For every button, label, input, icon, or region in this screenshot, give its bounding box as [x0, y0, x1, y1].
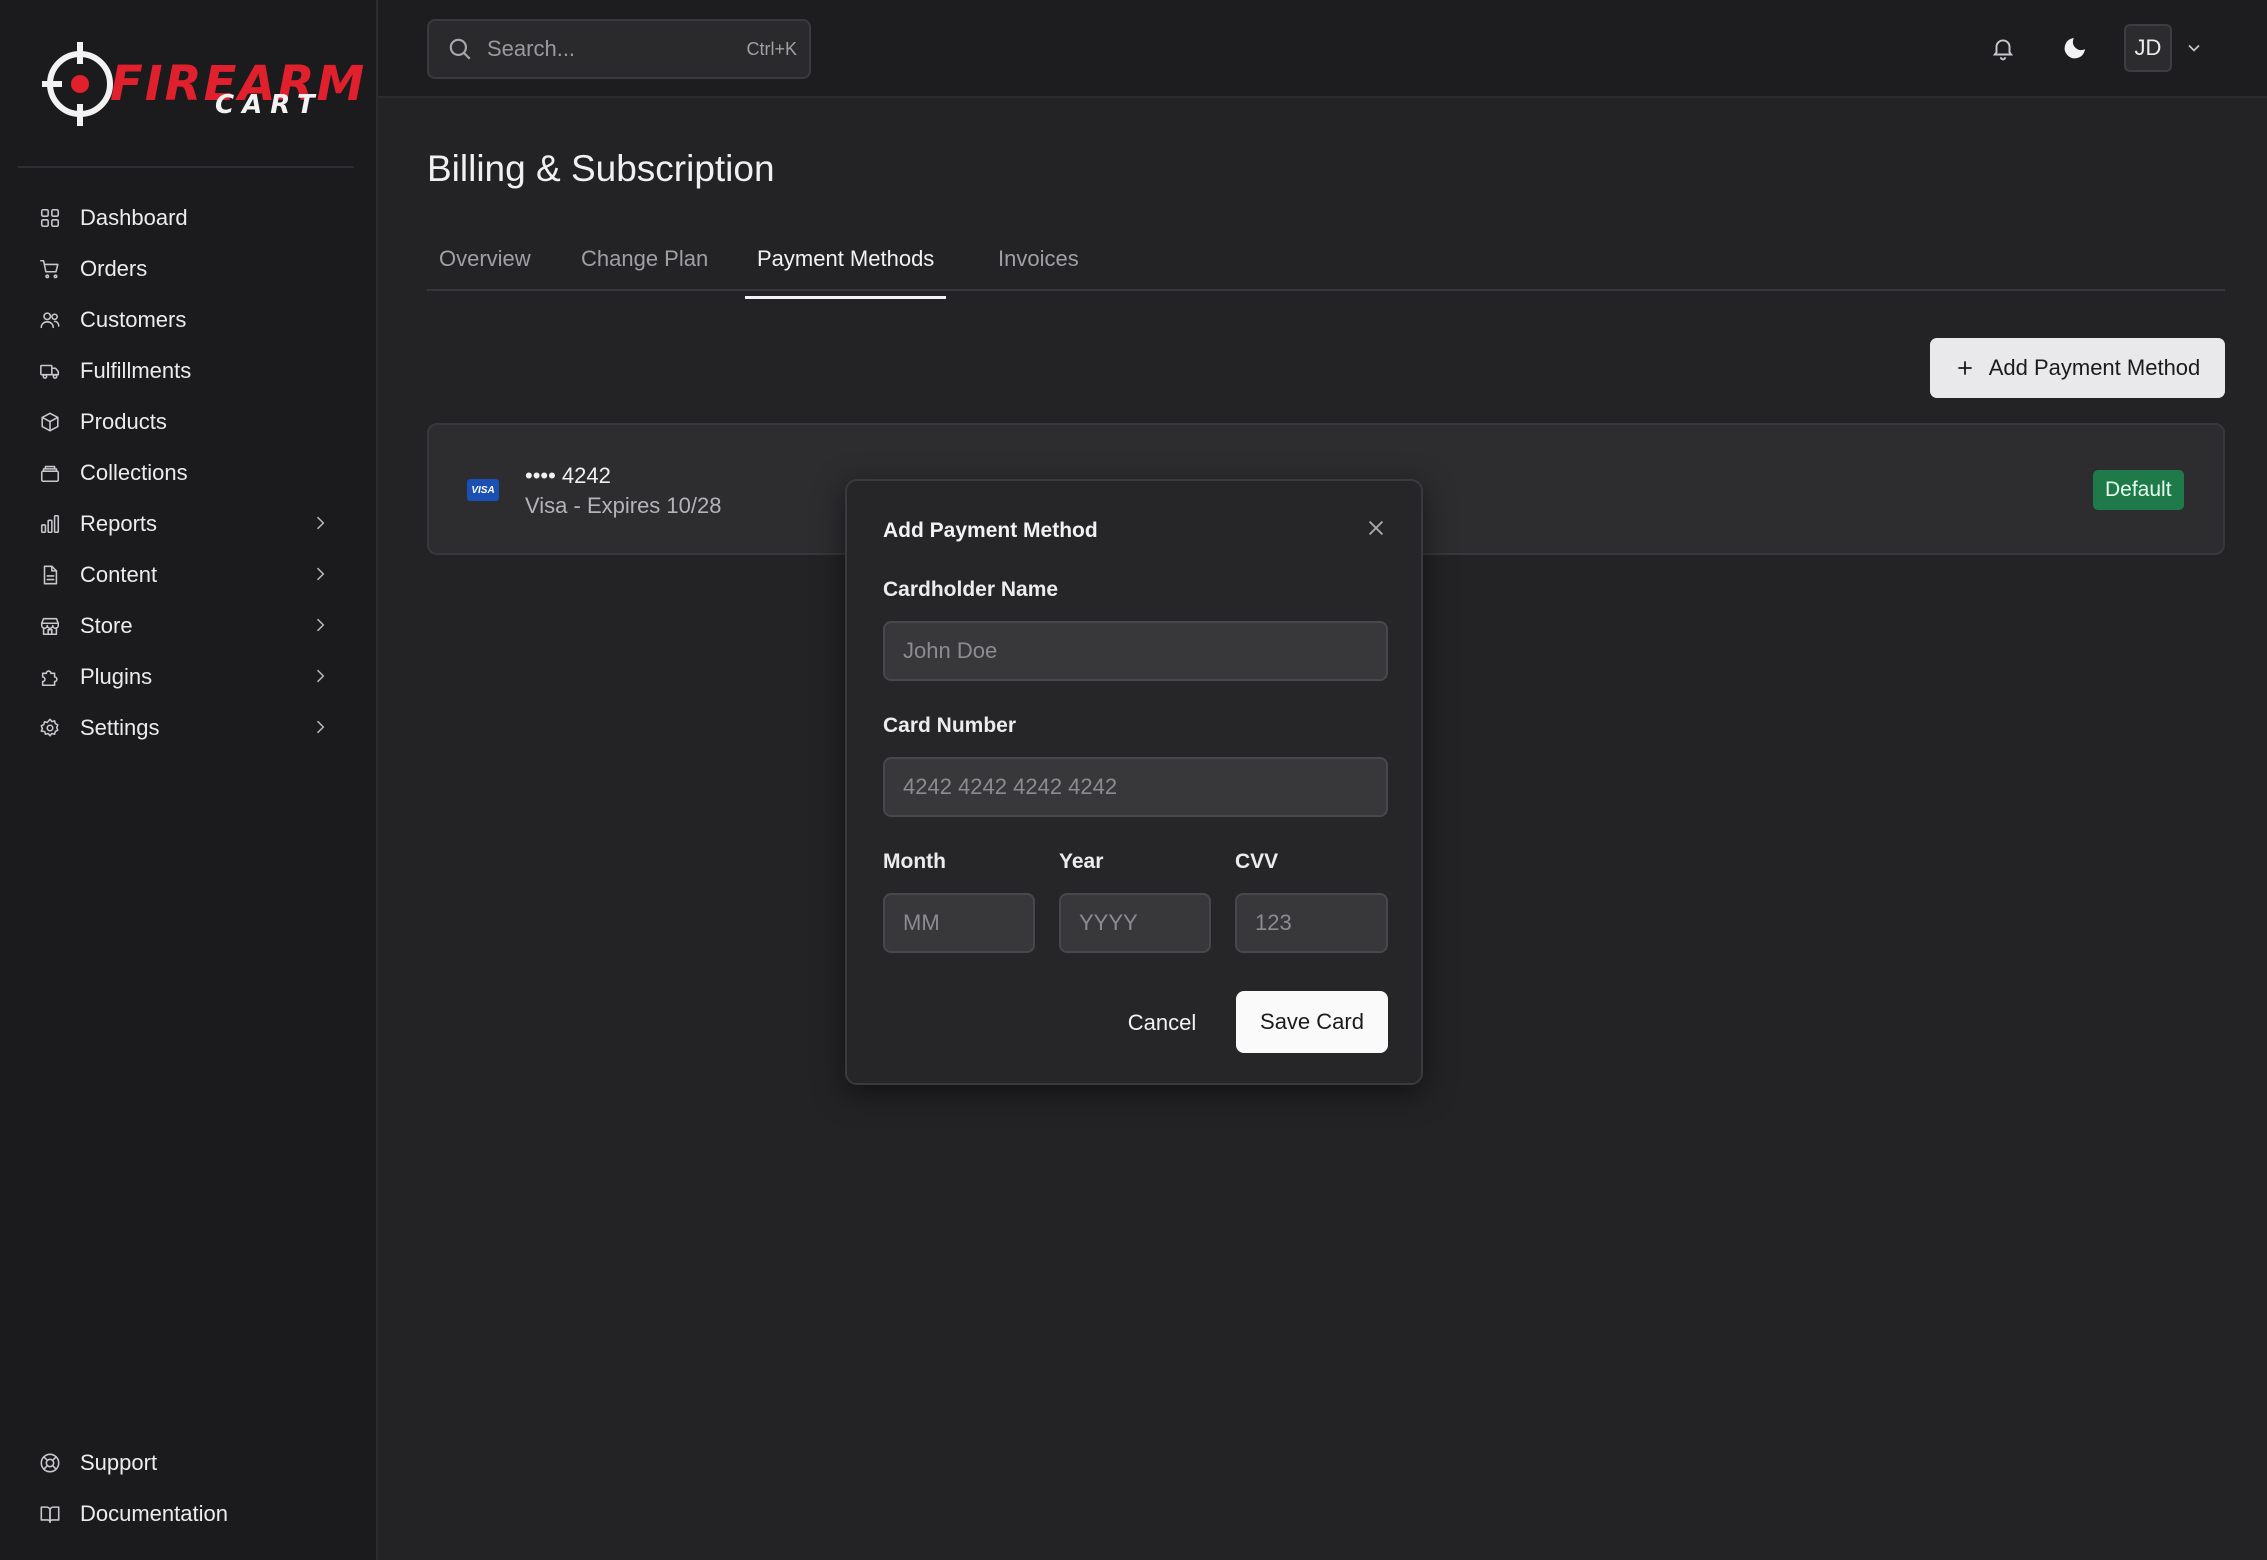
sidebar-item-reports[interactable]: Reports [0, 498, 376, 549]
chevron-down-icon[interactable] [2184, 38, 2204, 58]
sidebar-item-label: Reports [80, 510, 158, 536]
cardholder-name-field[interactable] [883, 621, 1388, 681]
box-icon [38, 410, 62, 434]
add-payment-method-dialog: Add Payment Method Cardholder Name Card … [845, 479, 1423, 1085]
stack-icon [38, 461, 62, 485]
sidebar-item-label: Content [80, 561, 158, 587]
sidebar-item-label: Orders [80, 255, 148, 281]
store-icon [38, 614, 62, 638]
search-input[interactable]: Search... [487, 36, 746, 62]
lifebuoy-icon [38, 1451, 62, 1475]
sidebar-item-label: Dashboard [80, 204, 188, 230]
sidebar-item-label: Collections [80, 459, 188, 485]
chevron-right-icon [310, 513, 330, 533]
sidebar-item-label: Plugins [80, 663, 153, 689]
truck-icon [38, 359, 62, 383]
book-icon [38, 1502, 62, 1526]
sidebar-item-dashboard[interactable]: Dashboard [0, 192, 376, 243]
visa-icon: VISA [467, 479, 499, 501]
save-card-button[interactable]: Save Card [1236, 991, 1388, 1053]
card-number-label: Card Number [883, 714, 1017, 737]
plus-icon [1958, 361, 1972, 375]
cardholder-name-label: Cardholder Name [883, 578, 1059, 601]
sidebar-footer: Support Documentation [0, 1437, 376, 1539]
dashboard-icon [38, 206, 62, 230]
tab-payment-methods[interactable]: Payment Methods [745, 246, 947, 299]
chevron-right-icon [310, 564, 330, 584]
sidebar-item-store[interactable]: Store [0, 600, 376, 651]
sidebar-item-orders[interactable]: Orders [0, 243, 376, 294]
sidebar-item-documentation[interactable]: Documentation [0, 1488, 376, 1539]
close-button[interactable] [1365, 517, 1387, 539]
add-payment-method-button[interactable]: Add Payment Method [1930, 338, 2225, 398]
topbar: Search... Ctrl+K JD [378, 0, 2267, 98]
sidebar-item-customers[interactable]: Customers [0, 294, 376, 345]
year-field[interactable] [1059, 893, 1211, 953]
bell-icon [1992, 39, 2014, 61]
chevron-right-icon [310, 615, 330, 635]
tab-bar: Overview Change Plan Payment Methods Inv… [427, 238, 2225, 299]
default-badge: Default [2093, 470, 2184, 510]
gear-icon [38, 716, 62, 740]
sidebar-item-label: Customers [80, 306, 187, 332]
card-number-field[interactable] [883, 757, 1388, 817]
search-icon [449, 38, 471, 60]
tab-invoices[interactable]: Invoices [986, 246, 1091, 291]
brand-logo[interactable]: FIREARM CART [40, 36, 364, 132]
sidebar-nav: Dashboard Orders Customers Fulfillments … [0, 192, 376, 753]
cvv-label: CVV [1235, 850, 1279, 873]
month-field[interactable] [883, 893, 1035, 953]
brand-sub: CART [215, 90, 323, 120]
sidebar-item-label: Support [80, 1449, 158, 1475]
card-details: Visa - Expires 10/28 [525, 493, 722, 518]
year-label: Year [1059, 850, 1104, 873]
add-payment-method-label: Add Payment Method [1988, 355, 2201, 380]
sidebar-item-products[interactable]: Products [0, 396, 376, 447]
sidebar-item-content[interactable]: Content [0, 549, 376, 600]
cancel-button[interactable]: Cancel [1117, 993, 1207, 1053]
dialog-title: Add Payment Method [883, 519, 1098, 542]
theme-toggle-button[interactable] [2059, 32, 2091, 64]
sidebar-item-plugins[interactable]: Plugins [0, 651, 376, 702]
sidebar-item-fulfillments[interactable]: Fulfillments [0, 345, 376, 396]
sidebar-item-label: Store [80, 612, 133, 638]
moon-icon [2064, 37, 2086, 59]
sidebar-item-label: Settings [80, 714, 160, 740]
avatar[interactable]: JD [2124, 24, 2172, 72]
tab-overview[interactable]: Overview [427, 246, 543, 291]
bar-chart-icon [38, 512, 62, 536]
puzzle-icon [38, 665, 62, 689]
users-icon [38, 308, 62, 332]
tab-change-plan[interactable]: Change Plan [569, 246, 720, 291]
sidebar-item-collections[interactable]: Collections [0, 447, 376, 498]
month-label: Month [883, 850, 946, 873]
chevron-right-icon [310, 666, 330, 686]
sidebar-item-label: Documentation [80, 1500, 228, 1526]
sidebar-item-settings[interactable]: Settings [0, 702, 376, 753]
page-title: Billing & Subscription [427, 148, 775, 189]
search-shortcut: Ctrl+K [746, 38, 797, 59]
card-number-masked: •••• 4242 [525, 463, 611, 488]
chevron-right-icon [310, 717, 330, 737]
document-icon [38, 563, 62, 587]
search-box[interactable]: Search... Ctrl+K [427, 19, 811, 79]
cvv-field[interactable] [1235, 893, 1388, 953]
sidebar: FIREARM CART Dashboard Orders Customers … [0, 0, 378, 1560]
sidebar-divider [18, 166, 354, 168]
sidebar-item-label: Products [80, 408, 167, 434]
notifications-button[interactable] [1987, 32, 2019, 64]
close-icon [1368, 520, 1384, 536]
sidebar-item-support[interactable]: Support [0, 1437, 376, 1488]
sidebar-item-label: Fulfillments [80, 357, 192, 383]
cart-icon [38, 257, 62, 281]
